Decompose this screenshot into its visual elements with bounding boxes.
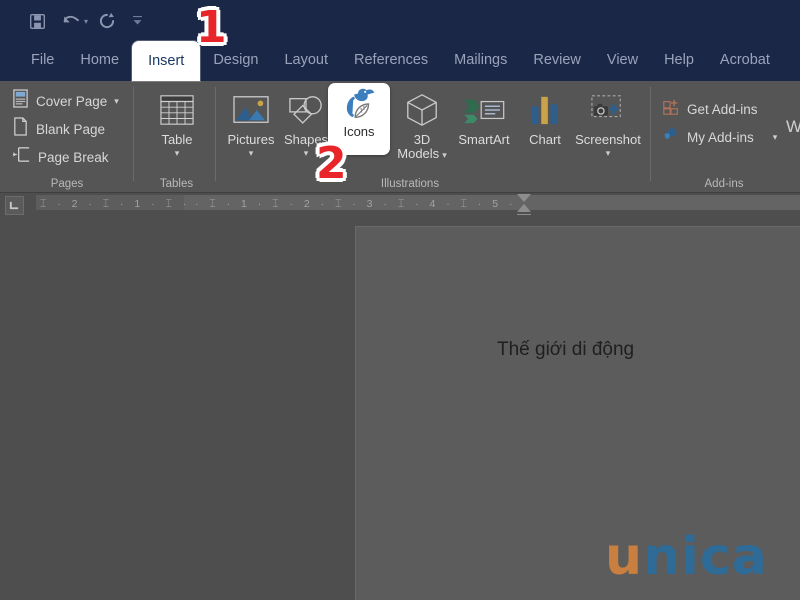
page-break-label: Page Break	[38, 149, 109, 165]
undo-icon[interactable]	[56, 8, 86, 34]
ribbon-group-label-tables: Tables	[159, 178, 194, 190]
tab-view[interactable]: View	[594, 40, 651, 81]
my-add-ins-dropdown-icon[interactable]: ▾	[773, 132, 778, 143]
3d-models-dropdown-icon[interactable]: ▾	[442, 150, 447, 160]
ribbon-group-illustrations: Pictures ▾ Shapes ▾ Icons 3D Models ▾ Sm…	[220, 81, 645, 193]
page-break-button[interactable]: Page Break	[8, 143, 126, 171]
get-add-ins-label: Get Add-ins	[687, 101, 758, 117]
smartart-button[interactable]: SmartArt	[448, 87, 520, 171]
table-dropdown-icon[interactable]: ▾	[175, 148, 180, 158]
annotation-marker-2-label: 2	[316, 138, 347, 189]
horizontal-ruler[interactable]: ⌶ · 2 · ⌶ · 1 · ⌶ · · ⌶ · 1 · ⌶ · 2 · ⌶ …	[28, 193, 800, 223]
my-add-ins-icon	[662, 126, 680, 149]
tab-acrobat[interactable]: Acrobat	[707, 40, 783, 81]
hanging-indent-marker[interactable]	[517, 204, 531, 212]
redo-icon[interactable]	[92, 8, 122, 34]
screenshot-icon	[588, 87, 628, 133]
wikipedia-icon[interactable]: W	[786, 117, 800, 137]
chart-button[interactable]: Chart	[520, 87, 570, 171]
first-line-indent-marker[interactable]	[517, 194, 531, 202]
tab-home[interactable]: Home	[67, 40, 132, 81]
screenshot-dropdown-icon[interactable]: ▾	[606, 148, 611, 158]
undo-dropdown-icon[interactable]: ▾	[84, 17, 88, 26]
pictures-label: Pictures	[227, 132, 275, 147]
table-label: Table	[161, 132, 193, 147]
tab-stop-selector[interactable]	[5, 196, 24, 215]
annotation-marker-1-label: 1	[196, 2, 227, 53]
ribbon-group-pages: Cover Page ▾ Blank Page Page Break Pages	[8, 81, 126, 193]
pictures-dropdown-icon[interactable]: ▾	[249, 148, 254, 158]
page-break-icon	[12, 145, 31, 169]
watermark-first-letter: u	[605, 527, 644, 587]
shapes-icon	[286, 87, 326, 133]
customize-quick-access-toolbar-icon[interactable]	[126, 8, 148, 34]
3d-models-label-line2: Models	[397, 146, 440, 161]
quick-access-toolbar: ▾	[22, 8, 148, 34]
ribbon-group-tables: Table ▾ Tables	[140, 81, 213, 193]
tab-help[interactable]: Help	[651, 40, 707, 81]
blank-page-button[interactable]: Blank Page	[8, 115, 126, 143]
table-button[interactable]: Table ▾	[149, 87, 205, 171]
tab-file[interactable]: File	[18, 40, 67, 81]
horizontal-ruler-ticks-left: ⌶ · 2 · ⌶ · 1 · ⌶ ·	[40, 198, 191, 210]
group-separator	[215, 87, 216, 181]
group-separator	[133, 87, 134, 181]
blank-page-icon	[12, 117, 29, 141]
pictures-button[interactable]: Pictures ▾	[223, 87, 279, 171]
chart-icon	[529, 87, 561, 133]
3d-models-label-line1: 3D	[413, 132, 431, 147]
get-add-ins-icon	[662, 98, 680, 121]
watermark-rest: nica	[643, 527, 768, 587]
cover-page-label: Cover Page	[36, 93, 108, 109]
my-add-ins-label: My Add-ins	[687, 129, 754, 145]
3d-models-icon	[404, 87, 440, 133]
title-bar: ▾	[0, 0, 800, 40]
get-add-ins-button[interactable]: Get Add-ins	[658, 95, 790, 123]
group-separator	[650, 87, 651, 181]
save-icon[interactable]	[22, 8, 52, 34]
tab-references[interactable]: References	[341, 40, 441, 81]
cover-page-icon	[12, 89, 29, 113]
ribbon-group-label-pages: Pages	[50, 178, 84, 190]
ribbon-group-add-ins: Get Add-ins My Add-ins ▾ Add-ins	[658, 81, 790, 193]
ribbon-group-label-illustrations: Illustrations	[380, 178, 440, 190]
my-add-ins-button[interactable]: My Add-ins ▾	[658, 123, 790, 151]
icons-label: Icons	[343, 124, 375, 139]
icons-icon	[339, 83, 379, 125]
ribbon-group-label-add-ins: Add-ins	[704, 178, 744, 190]
horizontal-ruler-ticks-right: · ⌶ · 1 · ⌶ · 2 · ⌶ · 3 · ⌶ · 4 · ⌶ · 5 …	[195, 198, 517, 210]
document-body-text[interactable]: Thế giới di động	[497, 339, 634, 361]
smartart-label: SmartArt	[458, 132, 510, 147]
3d-models-button[interactable]: 3D Models ▾	[394, 87, 450, 171]
unica-watermark: unica	[605, 527, 768, 587]
tab-layout[interactable]: Layout	[271, 40, 341, 81]
pictures-icon	[231, 87, 271, 133]
cover-page-button[interactable]: Cover Page ▾	[8, 87, 126, 115]
ribbon: Cover Page ▾ Blank Page Page Break Pages…	[0, 81, 800, 193]
cover-page-dropdown-icon[interactable]: ▾	[114, 96, 119, 107]
screenshot-label: Screenshot	[575, 132, 641, 147]
table-icon	[158, 87, 196, 133]
ribbon-tab-strip: File Home Insert Design Layout Reference…	[0, 40, 800, 81]
tab-mailings[interactable]: Mailings	[441, 40, 520, 81]
screenshot-button[interactable]: Screenshot ▾	[570, 87, 646, 171]
shapes-dropdown-icon[interactable]: ▾	[304, 148, 309, 158]
tab-review[interactable]: Review	[520, 40, 594, 81]
word-application-window: ▾ File Home Insert Design Layout Referen…	[0, 0, 800, 600]
chart-label: Chart	[529, 132, 561, 147]
ribbon-group-media: W	[786, 81, 800, 193]
tab-insert[interactable]: Insert	[132, 41, 201, 81]
blank-page-label: Blank Page	[36, 121, 106, 137]
smartart-icon	[462, 87, 506, 133]
